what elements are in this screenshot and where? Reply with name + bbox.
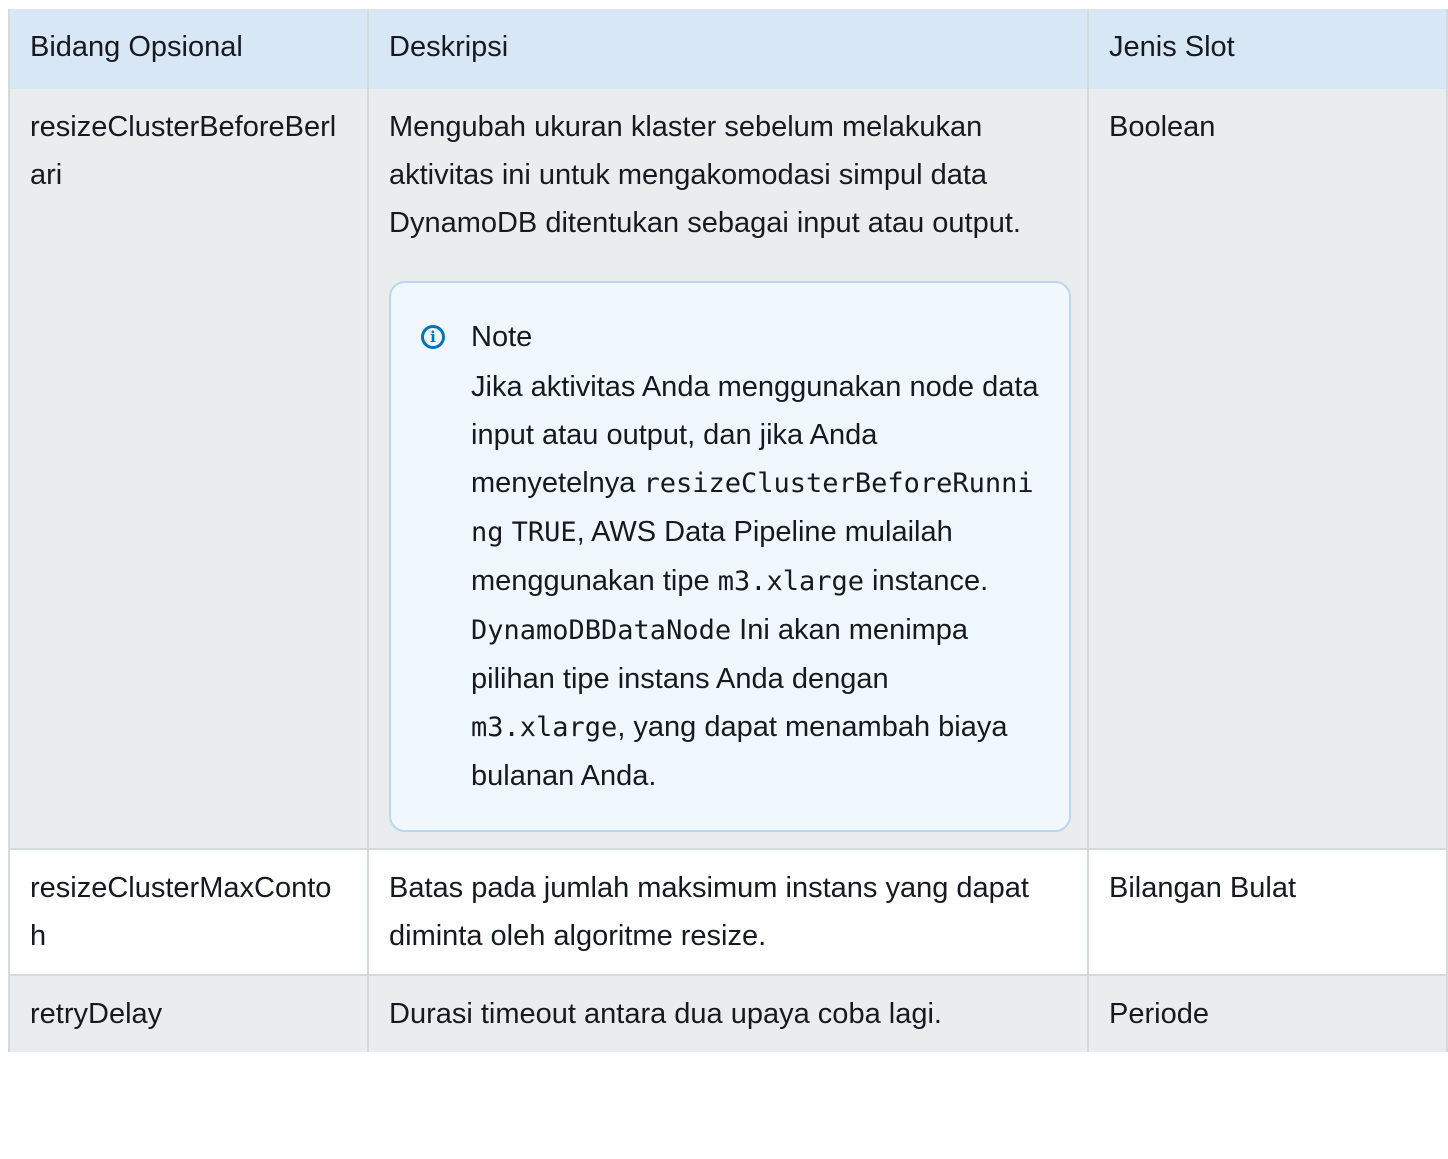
field-name: resizeClusterMaxContoh (8, 848, 369, 975)
slot-type: Boolean (1087, 89, 1448, 849)
table-row: resizeClusterBeforeBerlari Mengubah ukur… (8, 89, 1448, 849)
code-instance-type: m3.xlarge (717, 566, 864, 597)
field-description: Mengubah ukuran klaster sebelum melakuka… (367, 89, 1089, 849)
column-header-description: Deskripsi (367, 9, 1089, 89)
field-description: Durasi timeout antara dua upaya coba lag… (367, 974, 1089, 1052)
column-header-field: Bidang Opsional (8, 9, 369, 89)
code-dynamodb-data-node: DynamoDBDataNode (471, 615, 732, 646)
field-description: Batas pada jumlah maksimum instans yang … (367, 848, 1089, 975)
note-title: Note (471, 321, 533, 353)
column-header-slot-type: Jenis Slot (1087, 9, 1448, 89)
parameters-table: Bidang Opsional Deskripsi Jenis Slot res… (8, 9, 1448, 1052)
table-row: retryDelay Durasi timeout antara dua upa… (8, 974, 1448, 1052)
code-true: TRUE (511, 517, 577, 548)
field-name: retryDelay (8, 974, 369, 1052)
table-row: resizeClusterMaxContoh Batas pada jumlah… (8, 848, 1448, 975)
slot-type: Periode (1087, 974, 1448, 1052)
note-body: Jika aktivitas Anda menggunakan node dat… (471, 363, 1045, 800)
slot-type: Bilangan Bulat (1087, 848, 1448, 975)
info-icon: i (421, 325, 445, 349)
code-instance-type: m3.xlarge (471, 712, 618, 743)
note-text: instance. (864, 565, 989, 597)
table-header-row: Bidang Opsional Deskripsi Jenis Slot (8, 9, 1448, 89)
note-callout: i Note Jika aktivitas Anda menggunakan n… (389, 281, 1071, 832)
field-name: resizeClusterBeforeBerlari (8, 89, 369, 849)
description-text: Mengubah ukuran klaster sebelum melakuka… (389, 111, 1021, 239)
